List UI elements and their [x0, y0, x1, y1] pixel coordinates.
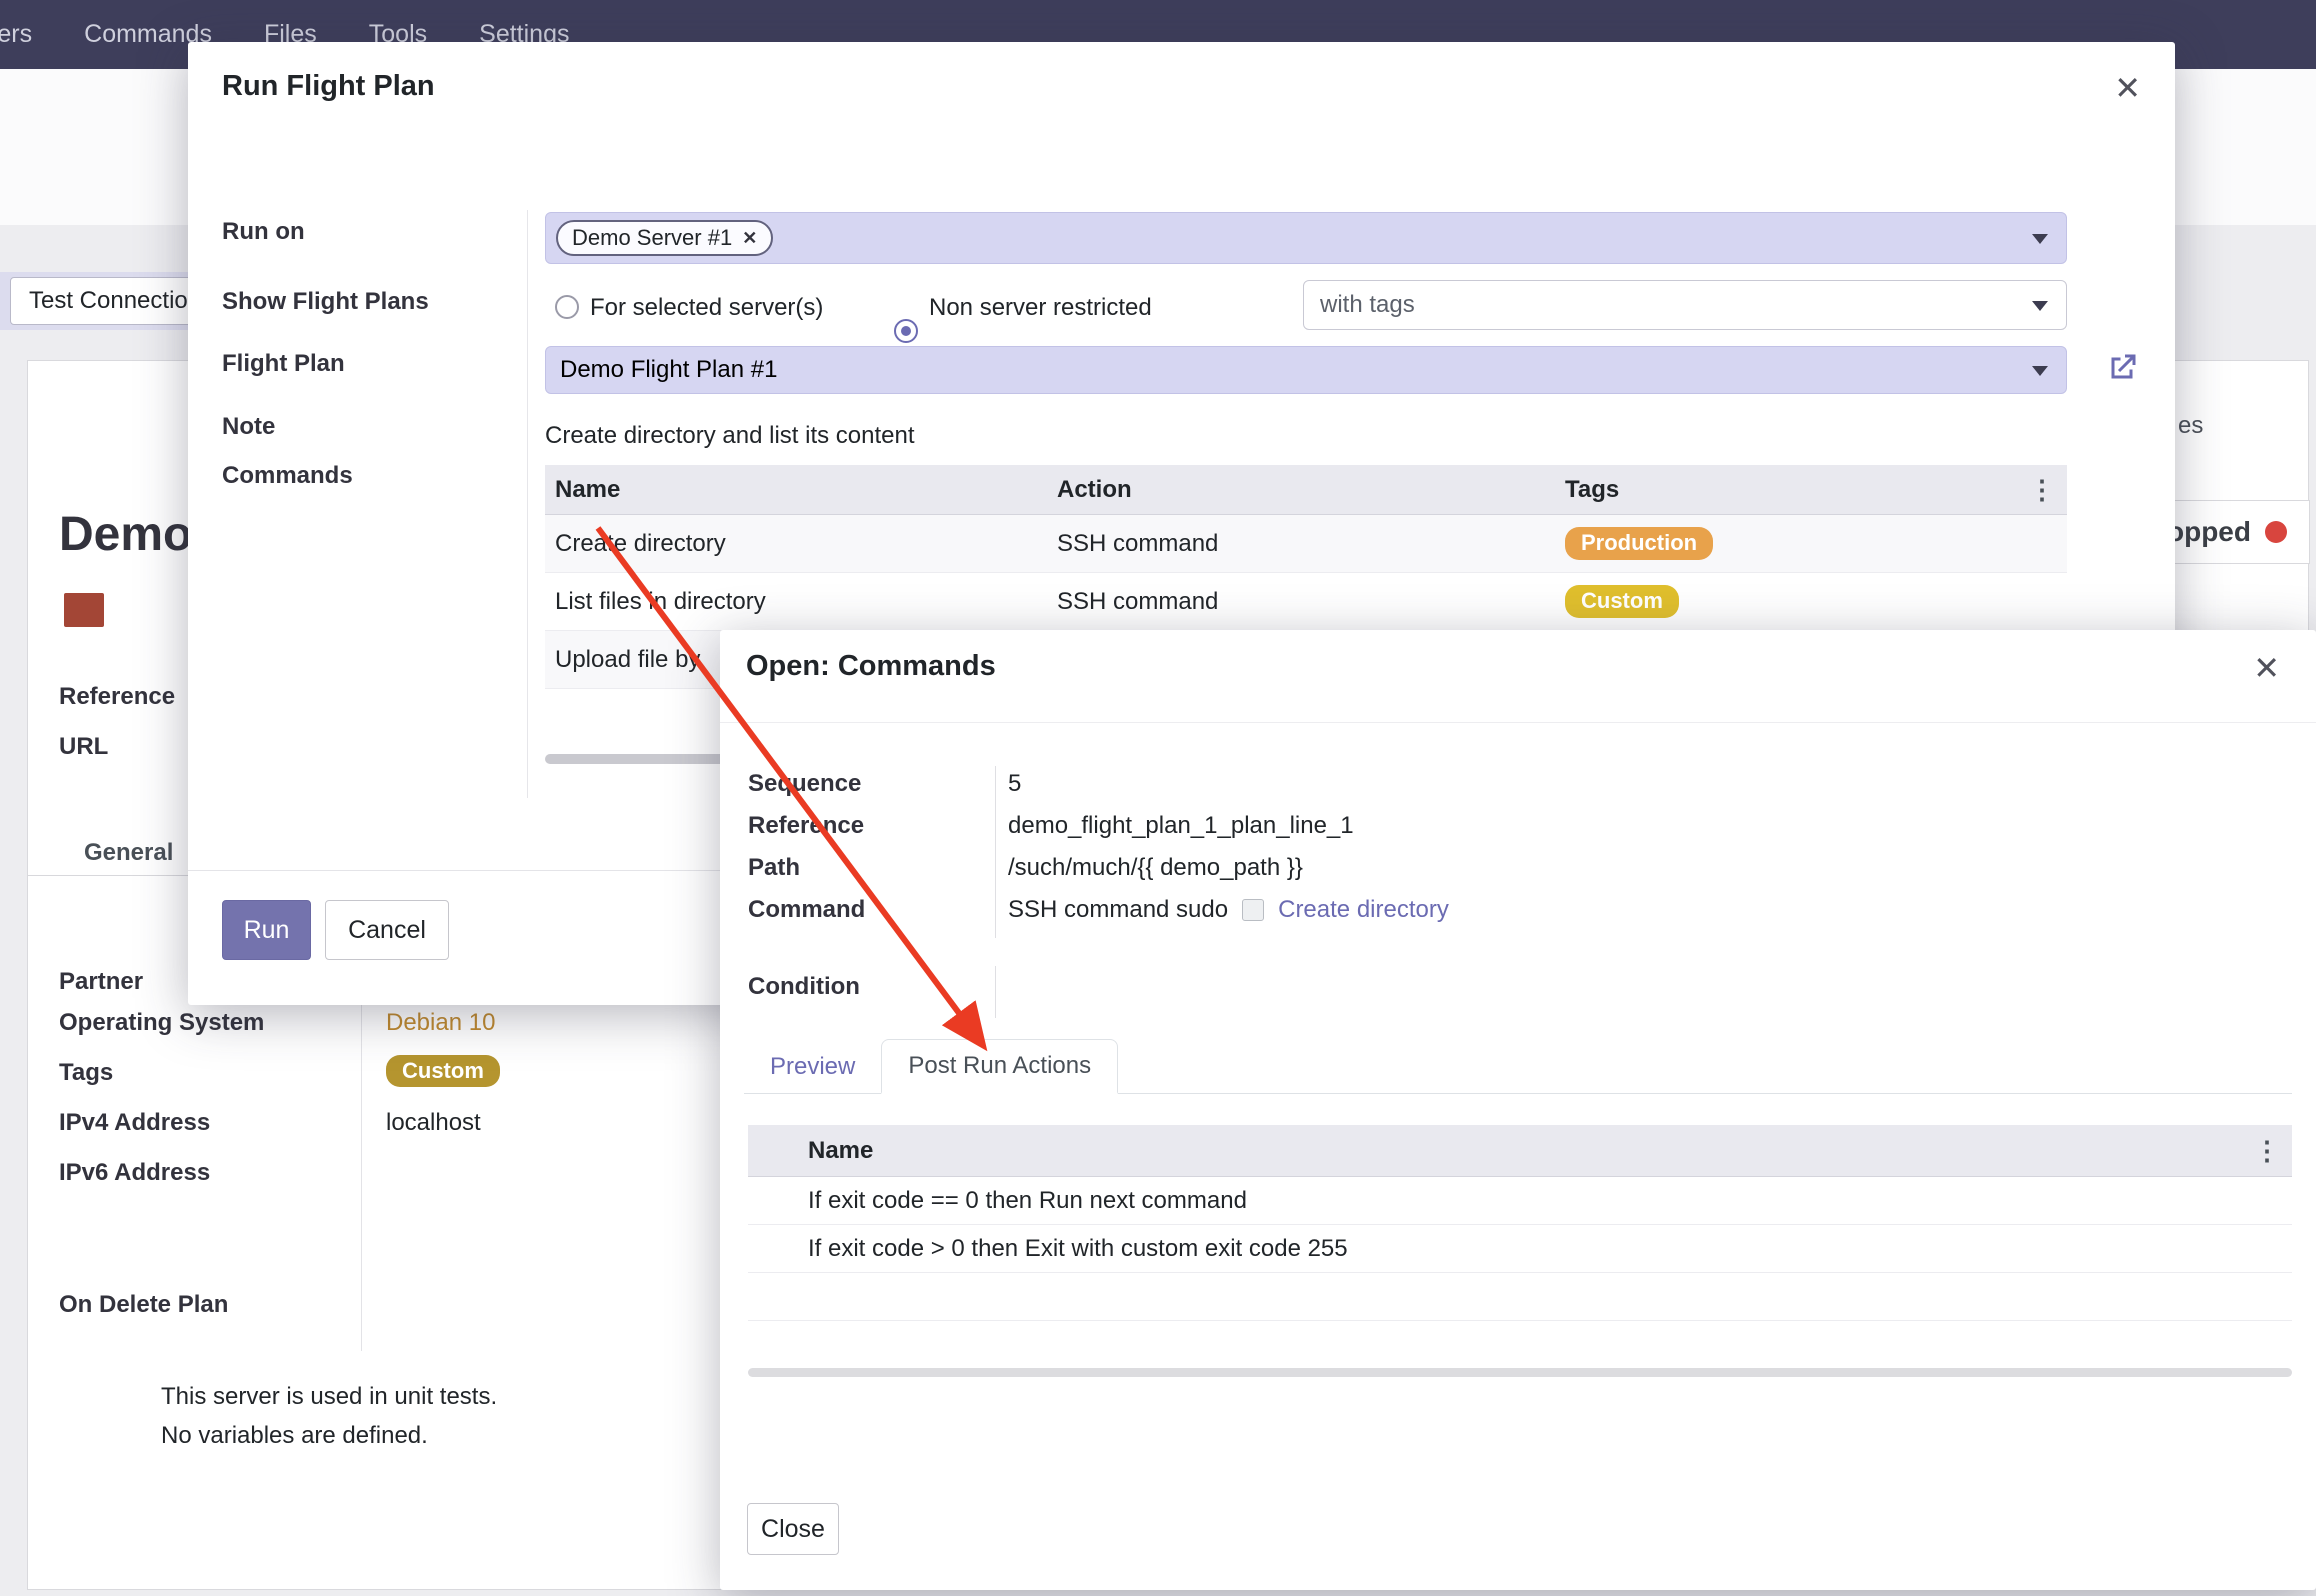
note-label: Note	[222, 413, 275, 441]
external-link-icon[interactable]	[2104, 350, 2140, 386]
run-button-label: Run	[244, 916, 290, 945]
tab-preview[interactable]: Preview	[744, 1041, 881, 1093]
plan-description: Create directory and list its content	[545, 422, 915, 450]
reference-value: demo_flight_plan_1_plan_line_1	[1008, 812, 1354, 840]
flight-plan-label: Flight Plan	[222, 350, 345, 378]
sequence-label: Sequence	[748, 770, 861, 798]
reference-label: Reference	[748, 812, 864, 840]
run-on-field[interactable]: Demo Server #1 ✕	[545, 212, 2067, 264]
field-divider	[995, 966, 996, 1018]
table-row[interactable]: If exit code == 0 then Run next command	[748, 1177, 2292, 1225]
run-modal-title: Run Flight Plan	[222, 70, 435, 103]
no-variables-note: No variables are defined.	[161, 1422, 428, 1450]
chevron-down-icon	[2032, 366, 2048, 376]
tag-badge: Production	[1565, 527, 1713, 559]
table-row[interactable]: If exit code > 0 then Exit with custom e…	[748, 1225, 2292, 1273]
modal-header-divider	[720, 722, 2316, 723]
chevron-down-icon	[2032, 301, 2048, 311]
flight-plan-value: Demo Flight Plan #1	[560, 356, 777, 384]
cell-name: If exit code > 0 then Exit with custom e…	[808, 1235, 2292, 1263]
on-delete-plan-label: On Delete Plan	[59, 1291, 228, 1319]
tags-label: Tags	[59, 1059, 113, 1087]
os-label: Operating System	[59, 1009, 264, 1037]
flight-plan-select[interactable]: Demo Flight Plan #1	[545, 346, 2067, 394]
ipv4-value: localhost	[386, 1109, 481, 1137]
modal-column-divider	[527, 210, 528, 798]
with-tags-value: with tags	[1320, 291, 1415, 319]
commands-label: Commands	[222, 462, 353, 490]
run-button[interactable]: Run	[222, 900, 311, 960]
table-options-icon[interactable]: ⋮	[2029, 474, 2055, 505]
smart-button-fragment[interactable]: es	[2178, 412, 2203, 440]
horizontal-scrollbar[interactable]	[545, 754, 745, 764]
screen: Servers Commands Files Tools Settings Te…	[0, 0, 2316, 1596]
cancel-button-label: Cancel	[348, 916, 426, 945]
run-on-label: Run on	[222, 218, 305, 246]
path-label: Path	[748, 854, 800, 882]
test-connection-label: Test Connection	[29, 287, 201, 315]
server-tag-chip[interactable]: Demo Server #1 ✕	[556, 220, 773, 256]
post-run-actions-table: Name ⋮ If exit code == 0 then Run next c…	[748, 1125, 2292, 1321]
table-header-row: Name Action Tags ⋮	[545, 465, 2067, 515]
ipv6-label: IPv6 Address	[59, 1159, 210, 1187]
table-row[interactable]: Create directory SSH command Production	[545, 515, 2067, 573]
tag-badge: Custom	[1565, 585, 1679, 617]
col-header-name[interactable]: Name	[545, 476, 1057, 504]
command-value: SSH command sudo	[1008, 896, 1228, 924]
col-header-action[interactable]: Action	[1057, 476, 1565, 504]
cell-name: Create directory	[545, 530, 1057, 558]
radio-non-server-restricted[interactable]	[894, 319, 918, 343]
tab-post-run-actions[interactable]: Post Run Actions	[881, 1039, 1118, 1094]
unit-test-note: This server is used in unit tests.	[161, 1383, 497, 1411]
show-flight-plans-label: Show Flight Plans	[222, 288, 429, 316]
col-header-name[interactable]: Name	[808, 1137, 2292, 1165]
close-button[interactable]: Close	[747, 1503, 839, 1555]
server-tag-label: Demo Server #1	[572, 225, 732, 251]
with-tags-select[interactable]: with tags	[1303, 280, 2067, 330]
partner-label: Partner	[59, 968, 143, 996]
empty-table-row	[748, 1273, 2292, 1321]
color-swatch[interactable]	[64, 593, 104, 627]
col-header-tags[interactable]: Tags	[1565, 476, 2067, 504]
ipv4-label: IPv4 Address	[59, 1109, 210, 1137]
remove-tag-icon[interactable]: ✕	[742, 228, 757, 249]
form-column-divider	[361, 961, 362, 1351]
sudo-checkbox[interactable]	[1242, 899, 1264, 921]
horizontal-scrollbar[interactable]	[748, 1368, 2292, 1377]
tags-value-badge[interactable]: Custom	[386, 1055, 500, 1087]
status-dot	[2265, 521, 2287, 543]
commands-modal-close-icon[interactable]: ✕	[2253, 652, 2280, 684]
command-label: Command	[748, 896, 865, 924]
field-divider	[995, 766, 996, 938]
tab-general[interactable]: General	[84, 839, 173, 867]
server-title: Demo	[59, 507, 192, 562]
path-value: /such/much/{{ demo_path }}	[1008, 854, 1303, 882]
run-modal-close-icon[interactable]: ✕	[2114, 72, 2141, 104]
reference-label: Reference	[59, 683, 175, 711]
command-link[interactable]: Create directory	[1278, 896, 1449, 924]
cell-name: If exit code == 0 then Run next command	[808, 1187, 2292, 1215]
sequence-value: 5	[1008, 770, 1021, 798]
table-row[interactable]: List files in directory SSH command Cust…	[545, 573, 2067, 631]
cancel-button[interactable]: Cancel	[325, 900, 449, 960]
cell-action: SSH command	[1057, 530, 1565, 558]
open-commands-modal: Open: Commands ✕ Sequence Reference Path…	[720, 630, 2316, 1590]
command-value-row: SSH command sudo Create directory	[1008, 896, 1449, 924]
table-header-row: Name ⋮	[748, 1125, 2292, 1177]
radio-selected-servers[interactable]	[555, 295, 579, 319]
table-options-icon[interactable]: ⋮	[2254, 1135, 2280, 1166]
chevron-down-icon[interactable]	[2032, 234, 2048, 244]
commands-modal-title: Open: Commands	[746, 650, 996, 683]
close-button-label: Close	[761, 1515, 825, 1544]
radio-selected-servers-label[interactable]: For selected server(s)	[590, 294, 823, 322]
radio-non-server-restricted-label[interactable]: Non server restricted	[929, 294, 1152, 322]
cell-name: List files in directory	[545, 588, 1057, 616]
nav-item-servers[interactable]: Servers	[0, 20, 32, 49]
url-label: URL	[59, 733, 108, 761]
notebook-tabbar: Preview Post Run Actions	[744, 1043, 2292, 1094]
condition-label: Condition	[748, 973, 860, 1001]
os-value[interactable]: Debian 10	[386, 1009, 495, 1037]
cell-action: SSH command	[1057, 588, 1565, 616]
